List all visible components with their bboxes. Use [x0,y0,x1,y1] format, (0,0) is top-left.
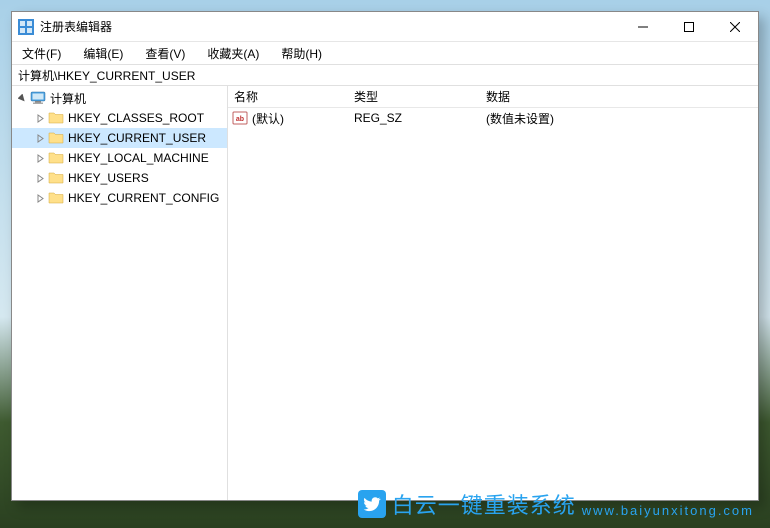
window-controls [620,12,758,41]
value-name: (默认) [252,110,284,127]
folder-icon [48,130,64,146]
window-title: 注册表编辑器 [40,18,112,35]
twisty-collapsed-icon[interactable] [32,190,48,206]
folder-icon [48,190,64,206]
tree-item[interactable]: HKEY_USERS [12,168,227,188]
column-name[interactable]: 名称 [228,88,348,105]
value-data: (数值未设置) [480,110,758,127]
column-type[interactable]: 类型 [348,88,480,105]
string-value-icon: ab [232,110,248,126]
tree-root-label: 计算机 [50,90,86,107]
minimize-icon [638,22,648,32]
tree-item-label: HKEY_USERS [68,171,149,185]
close-icon [730,22,740,32]
tree-root[interactable]: 计算机 [12,88,227,108]
menu-edit[interactable]: 编辑(E) [79,43,127,64]
svg-text:ab: ab [236,116,244,123]
tree-item[interactable]: HKEY_LOCAL_MACHINE [12,148,227,168]
list-panel: 名称 类型 数据 ab (默认) REG_SZ(数值未设置) [228,86,758,500]
minimize-button[interactable] [620,12,666,41]
menu-view[interactable]: 查看(V) [141,43,189,64]
computer-icon [30,90,46,106]
tree-item[interactable]: HKEY_CLASSES_ROOT [12,108,227,128]
address-bar[interactable]: 计算机\HKEY_CURRENT_USER [12,64,758,86]
tree-item-label: HKEY_CURRENT_CONFIG [68,191,219,205]
folder-icon [48,110,64,126]
content-area: 计算机 HKEY_CLASSES_ROOT HKEY_CURRENT_USER HK… [12,86,758,500]
app-icon [18,19,34,35]
watermark-text: 白云一键重装系统 [392,488,576,520]
tree-panel: 计算机 HKEY_CLASSES_ROOT HKEY_CURRENT_USER HK… [12,86,228,500]
list-header: 名称 类型 数据 [228,86,758,108]
watermark-url: www.baiyunxitong.com [582,503,754,518]
folder-icon [48,170,64,186]
menu-favorites[interactable]: 收藏夹(A) [203,43,263,64]
tree-item-label: HKEY_CURRENT_USER [68,131,206,145]
registry-editor-window: 注册表编辑器 文件(F) 编辑(E) 查看(V) 收藏夹(A) 帮助(H) 计算… [11,11,759,501]
folder-icon [48,150,64,166]
column-data[interactable]: 数据 [480,88,758,105]
twisty-collapsed-icon[interactable] [32,110,48,126]
value-type: REG_SZ [348,111,480,125]
watermark: 白云一键重装系统 www.baiyunxitong.com [358,488,754,520]
close-button[interactable] [712,12,758,41]
maximize-icon [684,22,694,32]
maximize-button[interactable] [666,12,712,41]
menubar: 文件(F) 编辑(E) 查看(V) 收藏夹(A) 帮助(H) [12,42,758,64]
tree-item-label: HKEY_CLASSES_ROOT [68,111,204,125]
twisty-collapsed-icon[interactable] [32,170,48,186]
list-row[interactable]: ab (默认) REG_SZ(数值未设置) [228,108,758,128]
twisty-collapsed-icon[interactable] [32,130,48,146]
watermark-logo-icon [358,490,386,518]
menu-help[interactable]: 帮助(H) [277,43,326,64]
tree-item-label: HKEY_LOCAL_MACHINE [68,151,209,165]
twisty-collapsed-icon[interactable] [32,150,48,166]
twisty-expanded-icon[interactable] [14,90,30,106]
titlebar: 注册表编辑器 [12,12,758,42]
tree-item[interactable]: HKEY_CURRENT_USER [12,128,227,148]
menu-file[interactable]: 文件(F) [18,43,65,64]
tree-item[interactable]: HKEY_CURRENT_CONFIG [12,188,227,208]
